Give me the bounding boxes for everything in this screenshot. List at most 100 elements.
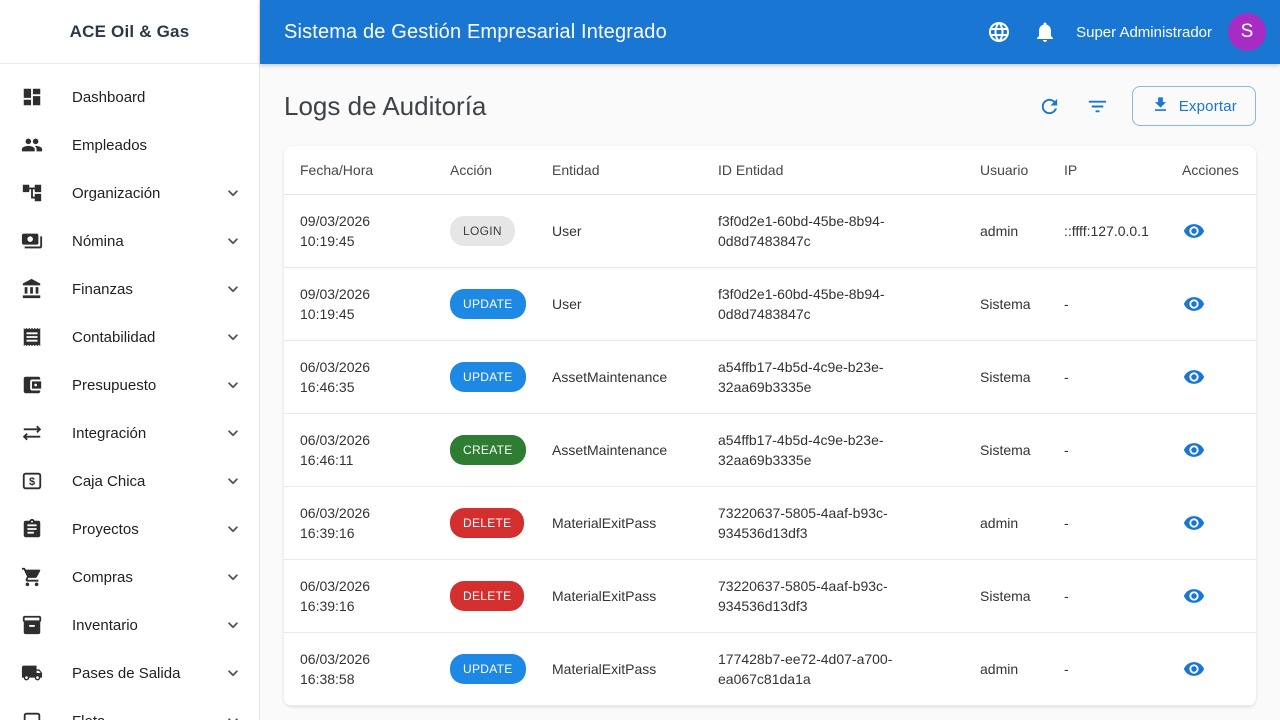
- view-log-button[interactable]: [1182, 219, 1206, 243]
- sidebar-item-label: Proyectos: [72, 520, 139, 538]
- chevron-down-icon: [223, 711, 243, 720]
- chevron-down-icon: [223, 327, 243, 347]
- filter-icon[interactable]: [1078, 86, 1118, 126]
- app-window: ACE Oil & Gas Dashboard Empleados Organi…: [0, 0, 1280, 720]
- brand-title: ACE Oil & Gas: [0, 0, 259, 64]
- chevron-down-icon: [223, 567, 243, 587]
- download-icon: [1151, 95, 1170, 118]
- fleet-icon: [20, 709, 44, 720]
- table-row: 06/03/2026 16:39:16 DELETE MaterialExitP…: [284, 559, 1256, 633]
- chevron-down-icon: [223, 663, 243, 683]
- action-badge: LOGIN: [450, 216, 515, 246]
- org-tree-icon: [20, 181, 44, 205]
- eye-icon: [1183, 439, 1205, 461]
- sidebar-item-label: Flota: [72, 713, 223, 720]
- action-badge: DELETE: [450, 508, 525, 538]
- column-header: Acciones: [1166, 146, 1256, 195]
- page-header: Logs de Auditoría Exportar: [260, 64, 1280, 126]
- chevron-down-icon: [223, 519, 243, 539]
- table-row: 06/03/2026 16:46:11 CREATE AssetMaintena…: [284, 413, 1256, 487]
- log-date: 06/03/2026: [300, 432, 371, 448]
- sidebar-item-proyectos[interactable]: Proyectos: [0, 505, 259, 553]
- log-ip: -: [1048, 486, 1166, 560]
- bell-icon[interactable]: [1022, 9, 1068, 55]
- log-time: 10:19:45: [300, 306, 355, 322]
- log-date: 06/03/2026: [300, 651, 371, 667]
- sidebar-item-label: Integración: [72, 424, 147, 442]
- log-entity: MaterialExitPass: [536, 632, 702, 706]
- sidebar-item-presupuesto[interactable]: Presupuesto: [0, 361, 259, 409]
- log-entity-id: f3f0d2e1-60bd-45be-8b94-0d8d7483847c: [702, 194, 964, 268]
- sidebar-item-finanzas[interactable]: Finanzas: [0, 265, 259, 313]
- sidebar-item-label: Organización: [72, 184, 161, 202]
- sidebar-item-integracion[interactable]: Integración: [0, 409, 259, 457]
- view-log-button[interactable]: [1182, 584, 1206, 608]
- avatar[interactable]: S: [1228, 13, 1266, 51]
- eye-icon: [1183, 512, 1205, 534]
- sidebar-item-compras[interactable]: Compras: [0, 553, 259, 601]
- export-button[interactable]: Exportar: [1131, 86, 1256, 126]
- log-user: Sistema: [964, 340, 1048, 414]
- view-log-button[interactable]: [1182, 365, 1206, 389]
- action-badge: UPDATE: [450, 289, 526, 319]
- view-log-button[interactable]: [1182, 292, 1206, 316]
- log-entity: User: [536, 194, 702, 268]
- sidebar-item-pases-de-salida[interactable]: Pases de Salida: [0, 649, 259, 697]
- dashboard-icon: [20, 85, 44, 109]
- log-date: 09/03/2026: [300, 286, 371, 302]
- people-icon: [20, 133, 44, 157]
- sidebar-item-dashboard[interactable]: Dashboard: [0, 73, 259, 121]
- log-entity: MaterialExitPass: [536, 486, 702, 560]
- log-time: 16:46:11: [300, 452, 354, 468]
- svg-text:$: $: [29, 476, 35, 488]
- log-user: Sistema: [964, 267, 1048, 341]
- column-header: ID Entidad: [702, 146, 964, 195]
- column-header: IP: [1048, 146, 1166, 195]
- cash-icon: $: [20, 469, 44, 493]
- table-row: 06/03/2026 16:39:16 DELETE MaterialExitP…: [284, 486, 1256, 560]
- chevron-down-icon: [223, 615, 243, 635]
- log-time: 16:39:16: [300, 525, 355, 541]
- truck-icon: [20, 661, 44, 685]
- app-title: Sistema de Gestión Empresarial Integrado: [284, 20, 667, 43]
- log-entity-id: 73220637-5805-4aaf-b93c-934536d13df3: [702, 559, 964, 633]
- refresh-icon[interactable]: [1030, 86, 1070, 126]
- audit-log-table: Fecha/Hora Acción Entidad ID Entidad Usu…: [284, 146, 1256, 706]
- sidebar-item-contabilidad[interactable]: Contabilidad: [0, 313, 259, 361]
- sidebar-item-organizacion[interactable]: Organización: [0, 169, 259, 217]
- sidebar-item-nomina[interactable]: Nómina: [0, 217, 259, 265]
- sidebar-item-caja-chica[interactable]: $ Caja Chica: [0, 457, 259, 505]
- chevron-down-icon: [223, 423, 243, 443]
- sidebar: ACE Oil & Gas Dashboard Empleados Organi…: [0, 0, 260, 720]
- log-entity-id: 73220637-5805-4aaf-b93c-934536d13df3: [702, 486, 964, 560]
- sidebar-item-flota[interactable]: Flota: [0, 697, 259, 720]
- eye-icon: [1183, 658, 1205, 680]
- view-log-button[interactable]: [1182, 438, 1206, 462]
- action-badge: CREATE: [450, 435, 526, 465]
- clipboard-icon: [20, 517, 44, 541]
- sidebar-item-label: Caja Chica: [72, 472, 146, 490]
- log-date: 09/03/2026: [300, 213, 371, 229]
- sidebar-item-label: Empleados: [72, 136, 148, 154]
- log-entity: MaterialExitPass: [536, 559, 702, 633]
- sidebar-item-empleados[interactable]: Empleados: [0, 121, 259, 169]
- sidebar-item-label: Dashboard: [72, 88, 146, 106]
- view-log-button[interactable]: [1182, 657, 1206, 681]
- sidebar-item-label: Finanzas: [72, 280, 133, 298]
- topbar: Sistema de Gestión Empresarial Integrado…: [260, 0, 1280, 64]
- column-header: Usuario: [964, 146, 1048, 195]
- chevron-down-icon: [223, 375, 243, 395]
- view-log-button[interactable]: [1182, 511, 1206, 535]
- action-badge: UPDATE: [450, 362, 526, 392]
- column-header: Entidad: [536, 146, 702, 195]
- globe-icon[interactable]: [976, 9, 1022, 55]
- log-entity: AssetMaintenance: [536, 340, 702, 414]
- chevron-down-icon: [223, 231, 243, 251]
- payments-icon: [20, 229, 44, 253]
- inventory-icon: [20, 613, 44, 637]
- sidebar-item-label: Inventario: [72, 616, 138, 634]
- table-row: 06/03/2026 16:46:35 UPDATE AssetMaintena…: [284, 340, 1256, 414]
- sidebar-item-label: Compras: [72, 568, 133, 586]
- sidebar-item-inventario[interactable]: Inventario: [0, 601, 259, 649]
- log-user: admin: [964, 194, 1048, 268]
